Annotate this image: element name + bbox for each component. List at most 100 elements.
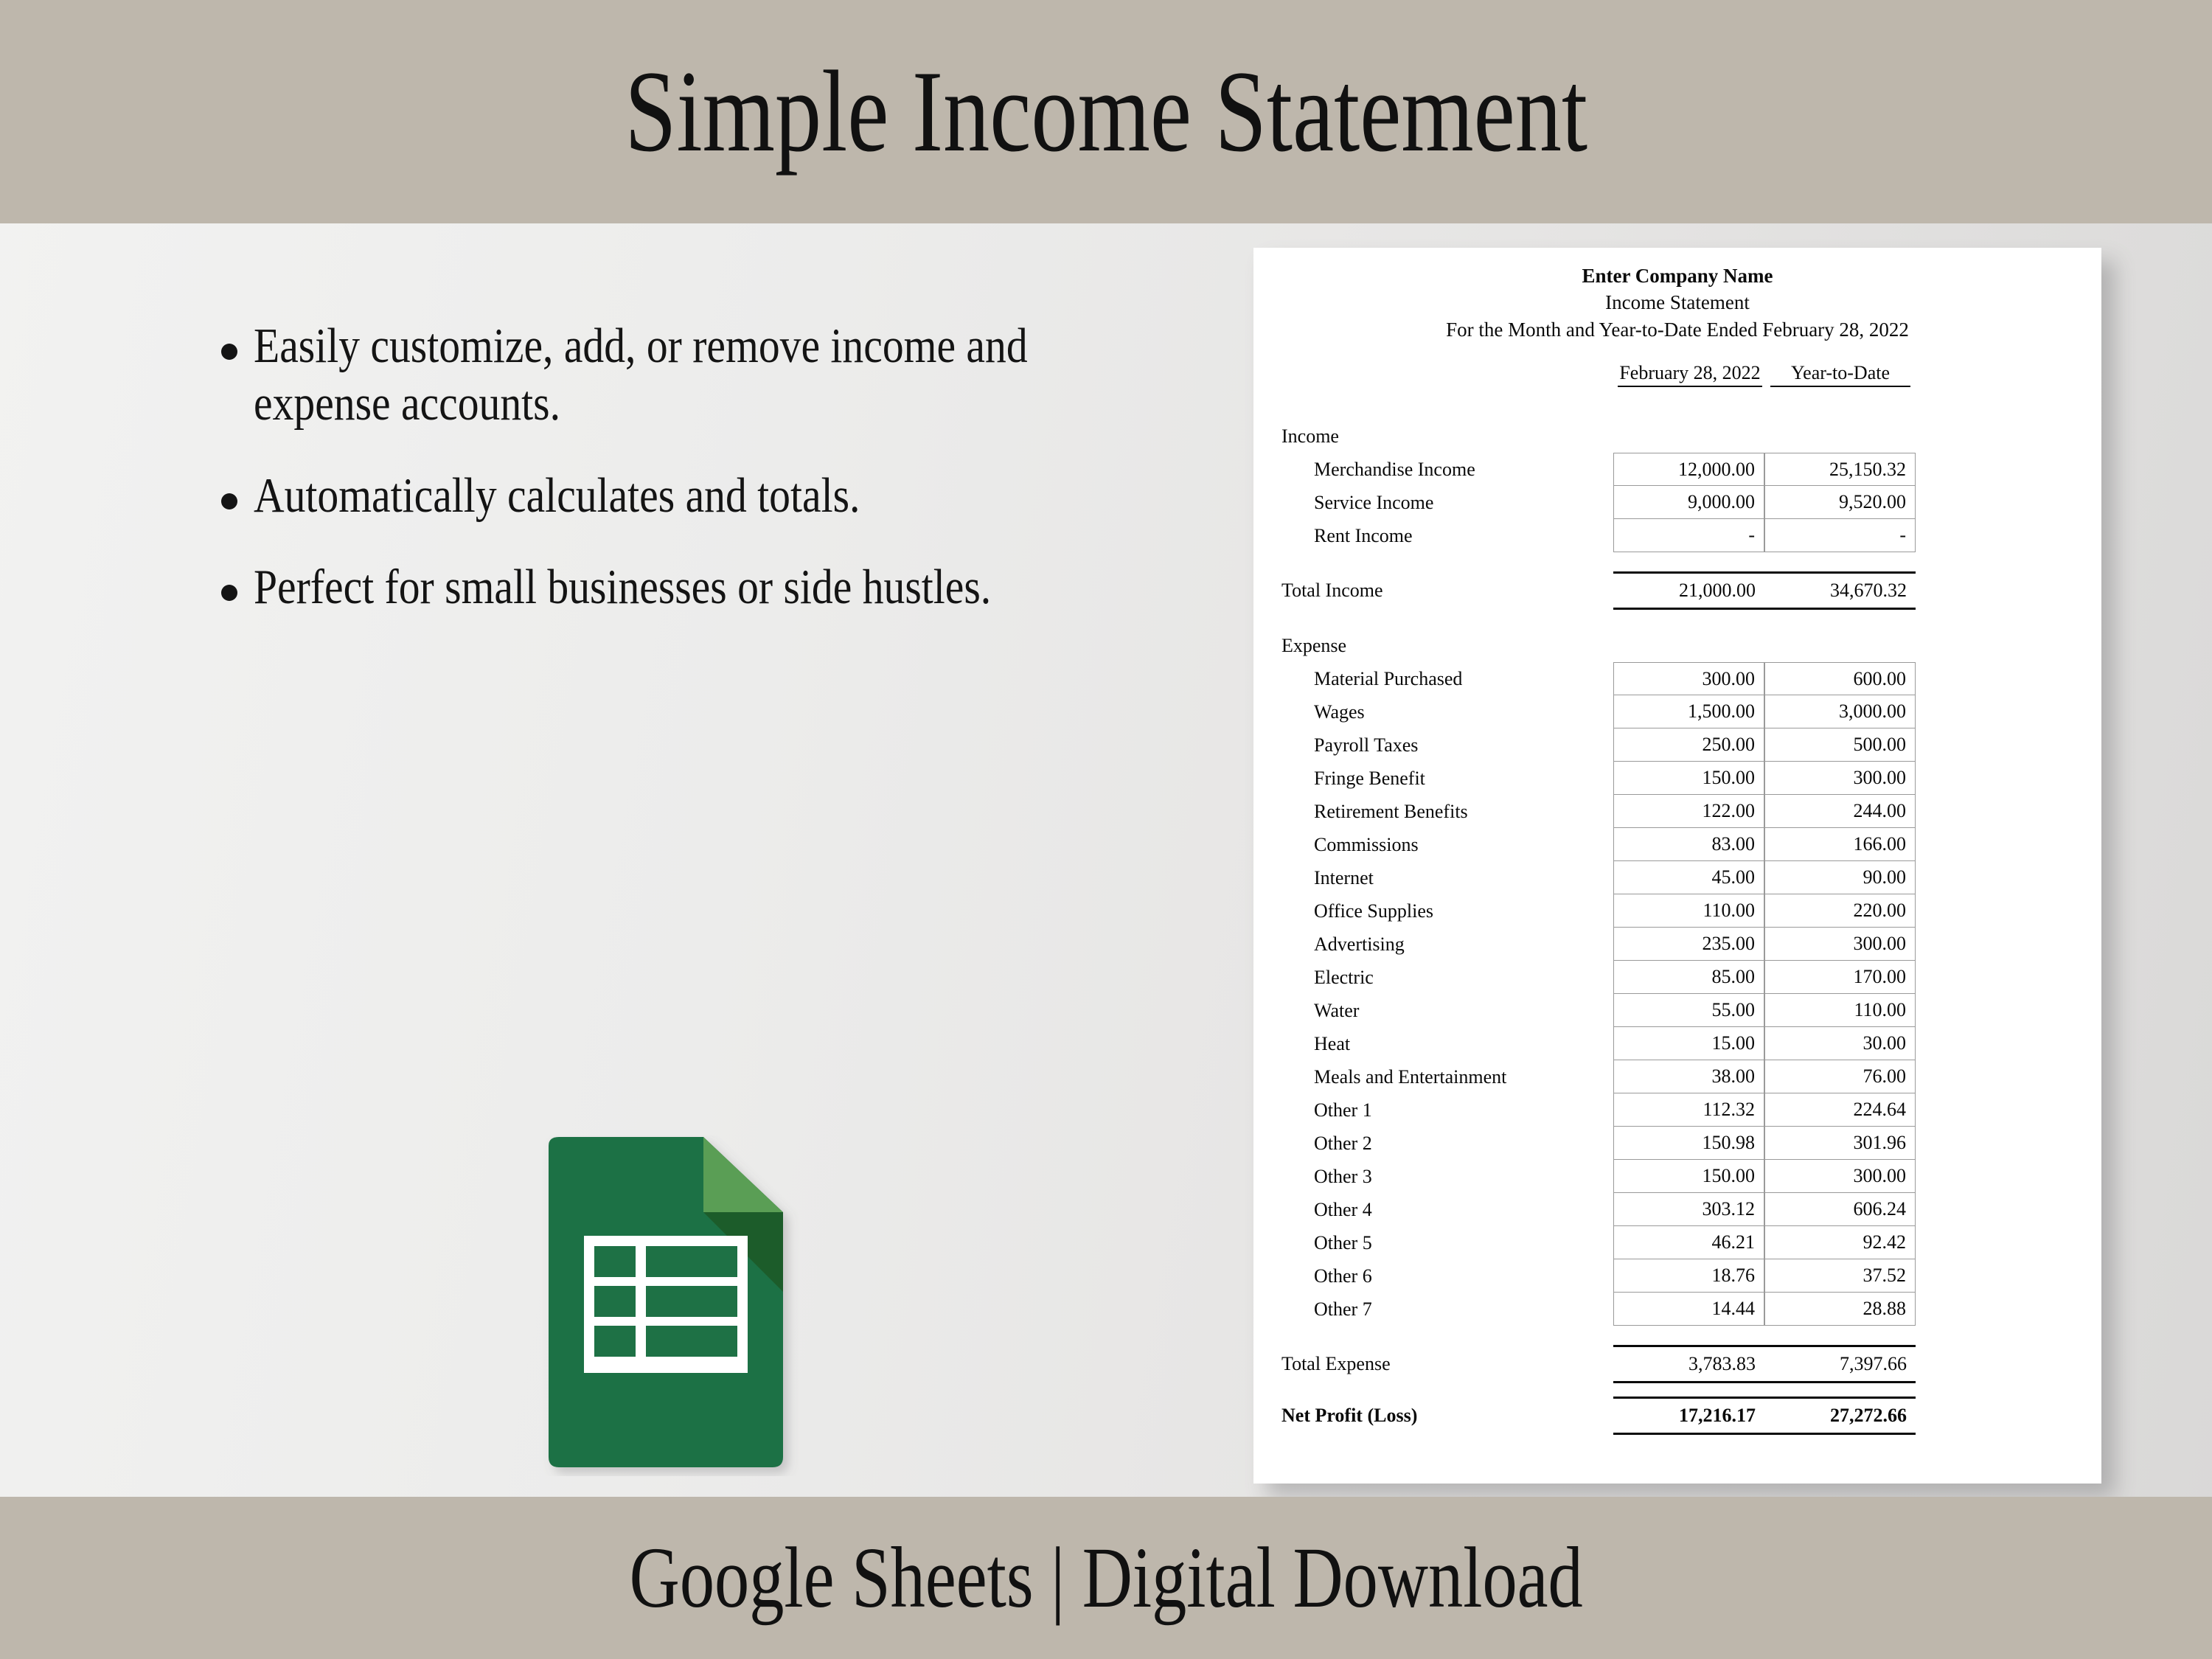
row-label: Office Supplies [1314, 900, 1433, 922]
cell-ytd[interactable]: 300.00 [1764, 762, 1916, 796]
cell-month[interactable]: 303.12 [1613, 1193, 1764, 1227]
list-item: Automatically calculates and totals. [221, 467, 1165, 524]
table-row[interactable]: Commissions 83.00 166.00 [1253, 828, 2101, 862]
cell-month[interactable]: 45.00 [1613, 861, 1764, 895]
cell-month[interactable]: - [1613, 519, 1764, 553]
table-row[interactable]: Retirement Benefits 122.00 244.00 [1253, 795, 2101, 829]
cell-ytd[interactable]: - [1764, 519, 1916, 553]
row-label: Other 6 [1314, 1265, 1372, 1287]
bullet-icon [221, 585, 237, 602]
cell-month[interactable]: 110.00 [1613, 894, 1764, 928]
cell-ytd[interactable]: 110.00 [1764, 994, 1916, 1028]
cell-month[interactable]: 9,000.00 [1613, 486, 1764, 520]
table-row[interactable]: Water 55.00 110.00 [1253, 994, 2101, 1028]
cell-month: 3,783.83 [1688, 1353, 1756, 1375]
feature-text: Automatically calculates and totals. [254, 467, 860, 523]
cell-ytd[interactable]: 301.96 [1764, 1127, 1916, 1161]
table-row[interactable]: Material Purchased 300.00 600.00 [1253, 662, 2101, 696]
row-label: Other 3 [1314, 1165, 1372, 1187]
cell-ytd[interactable]: 244.00 [1764, 795, 1916, 829]
cell-ytd[interactable]: 600.00 [1764, 662, 1916, 696]
page-title: Simple Income Statement [625, 46, 1587, 176]
table-row[interactable]: Office Supplies 110.00 220.00 [1253, 894, 2101, 928]
cell-ytd[interactable]: 500.00 [1764, 728, 1916, 762]
cell-ytd[interactable]: 3,000.00 [1764, 695, 1916, 729]
income-statement-preview[interactable]: Enter Company Name Income Statement For … [1253, 248, 2101, 1484]
list-item: Perfect for small businesses or side hus… [221, 558, 1165, 616]
bullet-icon [221, 493, 237, 509]
cell-ytd[interactable]: 220.00 [1764, 894, 1916, 928]
cell-month[interactable]: 55.00 [1613, 994, 1764, 1028]
cell-month[interactable]: 250.00 [1613, 728, 1764, 762]
row-label: Rent Income [1314, 524, 1413, 546]
cell-month[interactable]: 235.00 [1613, 928, 1764, 961]
cell-month[interactable]: 150.00 [1613, 1160, 1764, 1194]
row-label: Other 2 [1314, 1132, 1372, 1154]
cell-ytd[interactable]: 224.64 [1764, 1093, 1916, 1127]
cell-ytd[interactable]: 28.88 [1764, 1293, 1916, 1326]
cell-month[interactable]: 122.00 [1613, 795, 1764, 829]
table-row[interactable]: Other 3 150.00 300.00 [1253, 1160, 2101, 1194]
cell-month[interactable]: 300.00 [1613, 662, 1764, 696]
cell-month[interactable]: 112.32 [1613, 1093, 1764, 1127]
cell-month[interactable]: 83.00 [1613, 828, 1764, 862]
table-row[interactable]: Wages 1,500.00 3,000.00 [1253, 695, 2101, 729]
cell-ytd[interactable]: 300.00 [1764, 1160, 1916, 1194]
cell-ytd[interactable]: 300.00 [1764, 928, 1916, 961]
cell-ytd[interactable]: 9,520.00 [1764, 486, 1916, 520]
table-row[interactable]: Electric 85.00 170.00 [1253, 961, 2101, 995]
table-row[interactable]: Other 1 112.32 224.64 [1253, 1093, 2101, 1127]
cell-ytd[interactable]: 30.00 [1764, 1027, 1916, 1061]
rule-double [1613, 1433, 1916, 1436]
cell-month[interactable]: 150.00 [1613, 762, 1764, 796]
cell-month[interactable]: 14.44 [1613, 1293, 1764, 1326]
table-row[interactable]: Other 7 14.44 28.88 [1253, 1293, 2101, 1326]
table-row[interactable]: Other 2 150.98 301.96 [1253, 1127, 2101, 1161]
cell-month[interactable]: 85.00 [1613, 961, 1764, 995]
cell-month[interactable]: 150.98 [1613, 1127, 1764, 1161]
table-row[interactable]: Payroll Taxes 250.00 500.00 [1253, 728, 2101, 762]
row-label: Other 7 [1314, 1298, 1372, 1320]
row-label: Advertising [1314, 933, 1405, 955]
cell-month[interactable]: 38.00 [1613, 1060, 1764, 1094]
cell-month[interactable]: 18.76 [1613, 1259, 1764, 1293]
rule [1613, 608, 1916, 611]
table-row[interactable]: Rent Income - - [1253, 519, 2101, 553]
table-row[interactable]: Meals and Entertainment 38.00 76.00 [1253, 1060, 2101, 1094]
table-row[interactable]: Advertising 235.00 300.00 [1253, 928, 2101, 961]
cell-month[interactable]: 15.00 [1613, 1027, 1764, 1061]
row-label: Merchandise Income [1314, 458, 1475, 480]
footer-title: Google Sheets | Digital Download [629, 1529, 1583, 1626]
list-item: Easily customize, add, or remove income … [221, 317, 1165, 433]
row-label: Commissions [1314, 833, 1419, 855]
cell-month[interactable]: 12,000.00 [1613, 453, 1764, 487]
table-row[interactable]: Fringe Benefit 150.00 300.00 [1253, 762, 2101, 796]
row-label: Water [1314, 999, 1360, 1021]
table-row[interactable]: Heat 15.00 30.00 [1253, 1027, 2101, 1061]
cell-ytd[interactable]: 25,150.32 [1764, 453, 1916, 487]
section-header-income: Income [1253, 420, 2101, 453]
cell-ytd[interactable]: 170.00 [1764, 961, 1916, 995]
row-label: Net Profit (Loss) [1281, 1405, 1418, 1427]
table-row[interactable]: Merchandise Income 12,000.00 25,150.32 [1253, 453, 2101, 487]
cell-ytd[interactable]: 37.52 [1764, 1259, 1916, 1293]
net-profit-row: Net Profit (Loss) 17,216.17 27,272.66 [1253, 1397, 2101, 1436]
table-row[interactable]: Service Income 9,000.00 9,520.00 [1253, 486, 2101, 520]
cell-ytd[interactable]: 90.00 [1764, 861, 1916, 895]
rule [1613, 1381, 1916, 1384]
table-row[interactable]: Other 4 303.12 606.24 [1253, 1193, 2101, 1227]
cell-month[interactable]: 46.21 [1613, 1226, 1764, 1260]
cell-ytd[interactable]: 76.00 [1764, 1060, 1916, 1094]
table-row[interactable]: Other 6 18.76 37.52 [1253, 1259, 2101, 1293]
cell-ytd[interactable]: 606.24 [1764, 1193, 1916, 1227]
google-sheets-icon [529, 1135, 802, 1476]
table-row[interactable]: Other 5 46.21 92.42 [1253, 1226, 2101, 1260]
cell-ytd[interactable]: 166.00 [1764, 828, 1916, 862]
column-header-ytd: Year-to-Date [1770, 362, 1910, 388]
cell-ytd: 27,272.66 [1830, 1405, 1907, 1427]
statement-period: For the Month and Year-to-Date Ended Feb… [1446, 318, 1909, 341]
cell-month[interactable]: 1,500.00 [1613, 695, 1764, 729]
cell-ytd: 7,397.66 [1840, 1353, 1907, 1375]
table-row[interactable]: Internet 45.00 90.00 [1253, 861, 2101, 895]
cell-ytd[interactable]: 92.42 [1764, 1226, 1916, 1260]
